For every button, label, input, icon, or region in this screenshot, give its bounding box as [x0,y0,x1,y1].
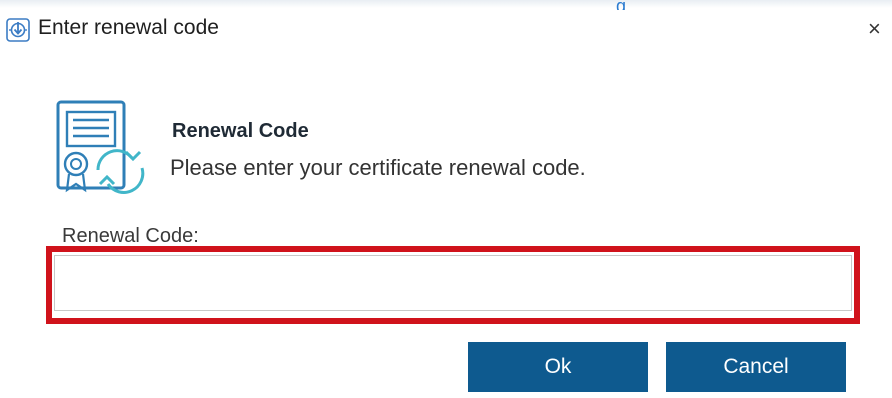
header-title: Renewal Code [172,120,309,142]
dialog-title: Enter renewal code [38,16,219,39]
header-description: Please enter your certificate renewal co… [170,155,586,180]
renewal-code-label: Renewal Code: [62,225,199,247]
title-bar: Enter renewal code × [0,0,892,56]
close-button[interactable]: × [868,16,892,42]
ok-button[interactable]: Ok [468,342,648,392]
renewal-code-dialog: g Enter renewal code × Renewal Code Plea… [0,0,892,398]
cancel-button[interactable]: Cancel [666,342,846,392]
app-download-icon [6,18,30,42]
certificate-renewal-icon [54,98,152,202]
renewal-code-input[interactable] [54,255,852,311]
